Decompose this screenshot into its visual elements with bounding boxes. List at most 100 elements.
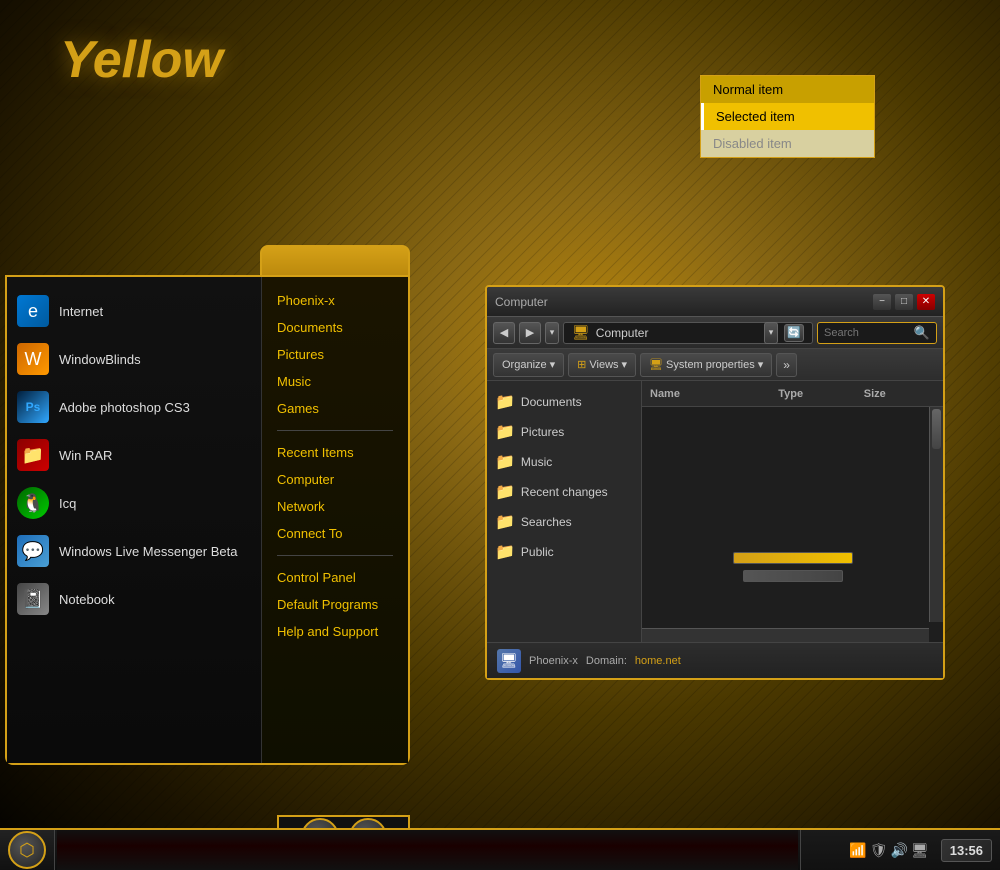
status-domain-value: home.net	[635, 655, 681, 667]
maximize-button[interactable]: □	[895, 294, 913, 310]
app-label-notebook: Notebook	[59, 592, 115, 607]
tray-volume-icon[interactable]: 🔊	[891, 842, 908, 859]
recent-changes-folder-icon: 📁	[495, 482, 515, 502]
sidebar-item-public[interactable]: 📁 Public	[487, 537, 641, 567]
explorer-main-pane: Name Type Size	[642, 381, 943, 642]
link-pictures[interactable]: Pictures	[277, 341, 393, 368]
col-header-name[interactable]: Name	[650, 388, 778, 400]
vertical-scrollbar[interactable]	[929, 407, 943, 622]
system-clock: 13:56	[941, 839, 992, 862]
app-label-windowblinds: WindowBlinds	[59, 352, 141, 367]
explorer-window: Computer − □ ✕ ◀ ▶ ▾ 🖥 Computer ▾ 🔄 🔍 Or…	[485, 285, 945, 680]
link-connect-to[interactable]: Connect To	[277, 520, 393, 547]
link-control-panel[interactable]: Control Panel	[277, 564, 393, 591]
link-music[interactable]: Music	[277, 368, 393, 395]
minimize-button[interactable]: −	[873, 294, 891, 310]
windowblinds-icon: W	[17, 343, 49, 375]
documents-folder-icon: 📁	[495, 392, 515, 412]
system-props-dropdown-icon: ▾	[758, 358, 764, 371]
link-recent-items[interactable]: Recent Items	[277, 439, 393, 466]
dropdown-selected-item[interactable]: Selected item	[701, 103, 874, 130]
tray-network-icon[interactable]: 📶	[849, 842, 866, 859]
address-dropdown[interactable]: ▾	[764, 322, 778, 344]
app-item-winrar[interactable]: 📁 Win RAR	[7, 431, 261, 479]
back-button[interactable]: ◀	[493, 322, 515, 344]
sidebar-label-documents: Documents	[521, 395, 582, 409]
link-phoenix-x[interactable]: Phoenix-x	[277, 287, 393, 314]
taskbar-tray: 📶 🛡 🔊 🖥 13:56	[800, 830, 1000, 870]
dropdown-disabled-item: Disabled item	[701, 130, 874, 157]
sidebar-label-searches: Searches	[521, 515, 572, 529]
search-input[interactable]	[824, 327, 914, 339]
sidebar-item-documents[interactable]: 📁 Documents	[487, 387, 641, 417]
page-title: Yellow	[60, 30, 223, 90]
public-folder-icon: 📁	[495, 542, 515, 562]
link-computer[interactable]: Computer	[277, 466, 393, 493]
organize-dropdown-icon: ▾	[550, 358, 556, 371]
explorer-sidebar: 📁 Documents 📁 Pictures 📁 Music 📁 Recent …	[487, 381, 642, 642]
app-item-icq[interactable]: 🐧 Icq	[7, 479, 261, 527]
tray-icons: 📶 🛡 🔊 🖥	[849, 842, 928, 859]
explorer-titlebar: Computer − □ ✕	[487, 287, 943, 317]
search-icon: 🔍	[914, 325, 930, 341]
link-network[interactable]: Network	[277, 493, 393, 520]
tray-security-icon[interactable]: 🛡	[870, 842, 888, 859]
sidebar-label-music: Music	[521, 455, 552, 469]
winrar-icon: 📁	[17, 439, 49, 471]
horizontal-scrollbar[interactable]	[642, 628, 929, 642]
explorer-content[interactable]	[642, 407, 943, 642]
col-header-type[interactable]: Type	[778, 388, 864, 400]
computer-status-icon: 🖥	[497, 649, 521, 673]
wlm-icon: 💬	[17, 535, 49, 567]
start-menu-apps-panel: e Internet W WindowBlinds Ps Adobe photo…	[7, 277, 262, 763]
views-button[interactable]: ⊞ Views ▾	[568, 353, 636, 377]
divider-1	[277, 430, 393, 431]
tray-display-icon[interactable]: 🖥	[911, 842, 929, 859]
link-games[interactable]: Games	[277, 395, 393, 422]
photoshop-icon: Ps	[17, 391, 49, 423]
forward-button[interactable]: ▶	[519, 322, 541, 344]
address-text: Computer	[596, 326, 649, 340]
link-documents[interactable]: Documents	[277, 314, 393, 341]
views-dropdown-icon: ▾	[622, 358, 628, 371]
refresh-button[interactable]: 🔄	[784, 324, 804, 342]
sidebar-item-recent-changes[interactable]: 📁 Recent changes	[487, 477, 641, 507]
sidebar-label-public: Public	[521, 545, 554, 559]
system-properties-label: System properties	[666, 359, 755, 371]
col-header-size[interactable]: Size	[864, 388, 935, 400]
link-help-support[interactable]: Help and Support	[277, 618, 393, 645]
search-bar: 🔍	[817, 322, 937, 344]
vertical-scrollbar-thumb[interactable]	[932, 409, 941, 449]
app-item-photoshop[interactable]: Ps Adobe photoshop CS3	[7, 383, 261, 431]
start-button[interactable]: ⬡	[0, 830, 55, 870]
taskbar-programs-area[interactable]	[57, 830, 798, 870]
internet-explorer-icon: e	[17, 295, 49, 327]
sidebar-item-pictures[interactable]: 📁 Pictures	[487, 417, 641, 447]
start-logo: ⬡	[8, 831, 46, 869]
dropdown-preview: Normal item Selected item Disabled item	[700, 75, 875, 158]
address-bar-icon: 🖥	[572, 324, 590, 341]
notebook-icon: 📓	[17, 583, 49, 615]
sidebar-item-searches[interactable]: 📁 Searches	[487, 507, 641, 537]
organize-button[interactable]: Organize ▾	[493, 353, 564, 377]
more-button[interactable]: »	[776, 353, 797, 377]
close-button[interactable]: ✕	[917, 294, 935, 310]
link-default-programs[interactable]: Default Programs	[277, 591, 393, 618]
start-menu: e Internet W WindowBlinds Ps Adobe photo…	[5, 275, 410, 765]
sidebar-label-pictures: Pictures	[521, 425, 564, 439]
system-properties-button[interactable]: 🖥 System properties ▾	[640, 353, 772, 377]
sidebar-item-music[interactable]: 📁 Music	[487, 447, 641, 477]
app-item-wlm[interactable]: 💬 Windows Live Messenger Beta	[7, 527, 261, 575]
app-label-photoshop: Adobe photoshop CS3	[59, 400, 190, 415]
taskbar: ⬡ 📶 🛡 🔊 🖥 13:56	[0, 828, 1000, 870]
progress-bar-yellow	[733, 552, 853, 564]
app-item-internet[interactable]: e Internet	[7, 287, 261, 335]
searches-folder-icon: 📁	[495, 512, 515, 532]
column-headers: Name Type Size	[642, 381, 943, 407]
address-bar[interactable]: 🖥 Computer ▾ 🔄	[563, 322, 813, 344]
app-item-notebook[interactable]: 📓 Notebook	[7, 575, 261, 623]
history-dropdown[interactable]: ▾	[545, 322, 559, 344]
app-label-icq: Icq	[59, 496, 76, 511]
dropdown-normal-item[interactable]: Normal item	[701, 76, 874, 103]
app-item-windowblinds[interactable]: W WindowBlinds	[7, 335, 261, 383]
